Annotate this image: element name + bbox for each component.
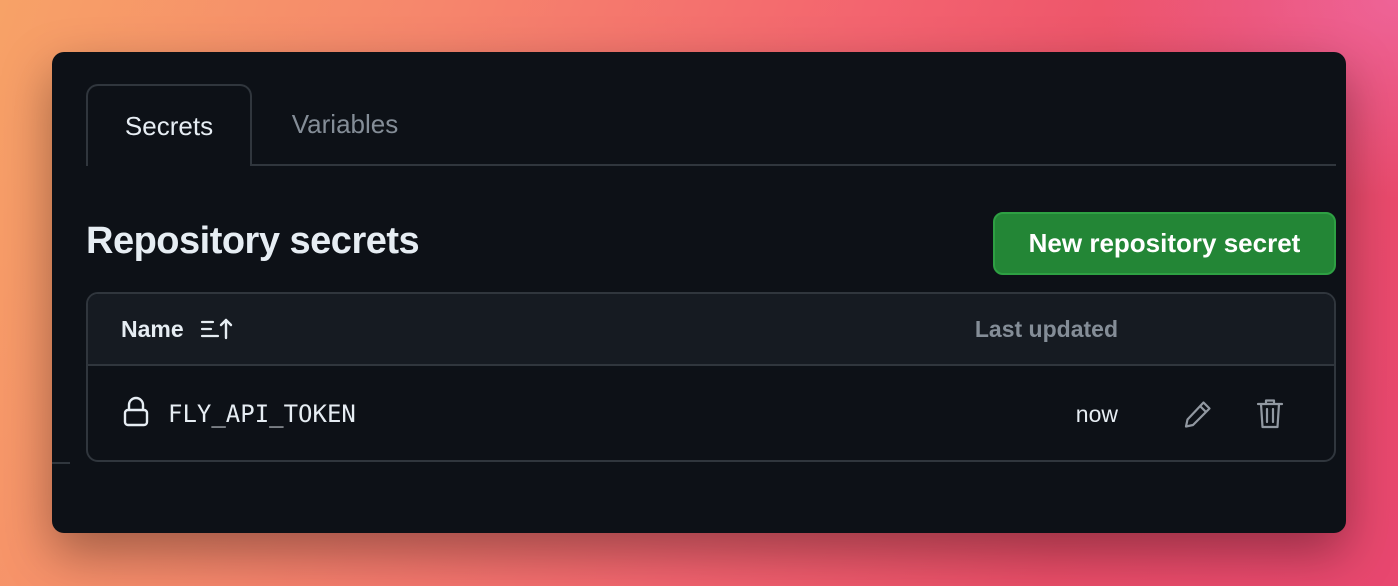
- secret-name: FLY_API_TOKEN: [168, 400, 356, 428]
- secrets-table: Name Last updated FLY_API_TOKEN now: [86, 292, 1336, 462]
- tab-secrets-label: Secrets: [124, 110, 214, 141]
- edit-secret-button[interactable]: [1178, 396, 1218, 436]
- lock-icon: [122, 396, 150, 433]
- new-repository-secret-label: New repository secret: [1028, 228, 1301, 258]
- column-header-last-updated: Last updated: [974, 315, 1118, 342]
- tab-bar: Secrets Variables: [86, 84, 1336, 166]
- divider: [52, 462, 70, 464]
- delete-secret-button[interactable]: [1250, 396, 1290, 436]
- sort-ascending-icon[interactable]: [200, 317, 234, 341]
- column-header-name: Name: [121, 294, 234, 364]
- tab-secrets[interactable]: Secrets: [86, 84, 252, 166]
- table-row: FLY_API_TOKEN now: [88, 366, 1334, 460]
- trash-icon: [1256, 398, 1284, 435]
- page-title: Repository secrets: [86, 220, 420, 262]
- tab-variables[interactable]: Variables: [262, 84, 428, 164]
- table-header: Name Last updated: [88, 294, 1334, 366]
- secret-last-updated: now: [1075, 400, 1118, 427]
- new-repository-secret-button[interactable]: New repository secret: [993, 212, 1336, 275]
- secrets-panel: Secrets Variables Repository secrets New…: [52, 52, 1346, 533]
- pencil-icon: [1182, 398, 1214, 435]
- tab-variables-label: Variables: [291, 108, 399, 139]
- column-name-label: Name: [121, 315, 184, 342]
